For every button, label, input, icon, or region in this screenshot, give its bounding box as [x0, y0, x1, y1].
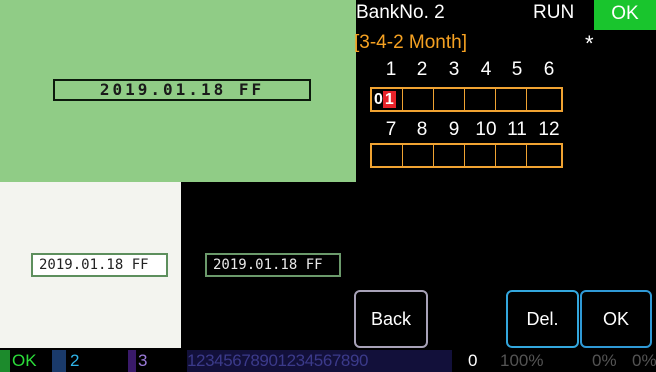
mode-label: [3-4-2 Month]: [354, 32, 467, 53]
page-indicator: [52, 350, 66, 372]
month-cell[interactable]: [403, 145, 434, 166]
run-status-label: RUN: [533, 2, 575, 23]
month-label: 4: [480, 59, 492, 80]
month-label: 11: [507, 119, 527, 140]
month-cell[interactable]: [372, 145, 403, 166]
month-label: 12: [538, 119, 560, 140]
ok-status-badge: OK: [594, 0, 656, 30]
month-cell[interactable]: [465, 89, 496, 110]
month-cell[interactable]: [496, 89, 527, 110]
status-ok: OK: [12, 351, 37, 370]
modified-indicator: *: [585, 31, 594, 56]
page-2-label[interactable]: 2: [70, 350, 79, 372]
cursor-prefix: 0: [374, 91, 383, 108]
month-cell[interactable]: [496, 145, 527, 166]
percent-value-2: 0%: [592, 351, 617, 370]
dark-date-display: 2019.01.18 FF: [205, 253, 341, 277]
month-grid-row2[interactable]: [370, 143, 563, 168]
zero-value: 0: [468, 351, 478, 370]
month-cell[interactable]: [403, 89, 434, 110]
ok-button[interactable]: OK: [580, 290, 652, 348]
delete-button[interactable]: Del.: [506, 290, 579, 348]
light-date-display: 2019.01.18 FF: [31, 253, 168, 277]
month-label: 5: [511, 59, 523, 80]
month-cell[interactable]: [434, 89, 465, 110]
month-cell[interactable]: [465, 145, 496, 166]
status-indicator: [0, 350, 10, 372]
month-label: 8: [416, 119, 428, 140]
month-label: 1: [385, 59, 397, 80]
status-ticker: 12345678901234567890: [187, 350, 452, 372]
month-label: 9: [448, 119, 460, 140]
percent-value-3: 0%: [632, 351, 656, 370]
page-indicator: [128, 350, 136, 372]
month-cell[interactable]: [527, 89, 558, 110]
percent-value-1: 100%: [500, 351, 544, 370]
month-cell-value[interactable]: 01: [374, 90, 396, 110]
edit-cursor: 1: [382, 91, 396, 108]
month-cell[interactable]: [434, 145, 465, 166]
back-button[interactable]: Back: [354, 290, 428, 348]
month-grid-row1[interactable]: [370, 87, 563, 112]
page-3-label[interactable]: 3: [138, 350, 147, 372]
lcd-date-display: 2019.01.18 FF: [53, 79, 311, 101]
month-label: 7: [385, 119, 397, 140]
month-label: 3: [448, 59, 460, 80]
month-label: 6: [543, 59, 555, 80]
month-label: 2: [416, 59, 428, 80]
month-cell[interactable]: [527, 145, 558, 166]
month-label: 10: [475, 119, 497, 140]
bank-number-label: BankNo. 2: [356, 2, 445, 23]
